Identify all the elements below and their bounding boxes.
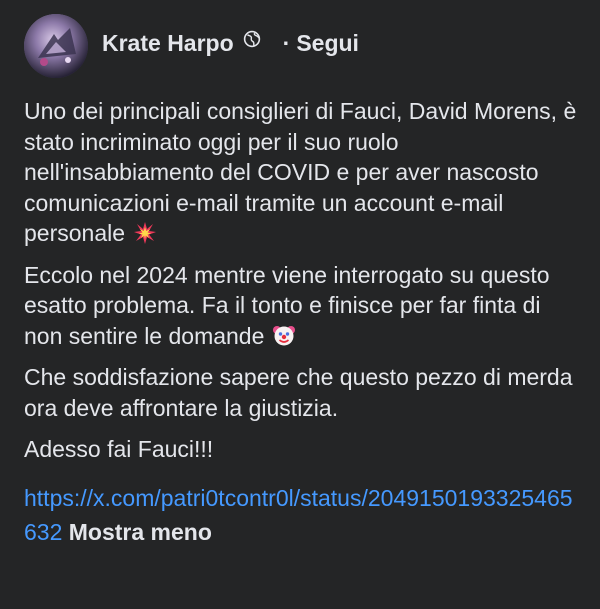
post-paragraph-4: Adesso fai Fauci!!! (24, 436, 214, 462)
follow-button[interactable]: Segui (296, 30, 359, 57)
facebook-post: Krate Harpo · Segui Uno dei principali c… (0, 0, 600, 609)
post-paragraph-1: Uno dei principali consiglieri di Fauci,… (24, 96, 584, 249)
paragraph-text: Uno dei principali consiglieri di Fauci,… (24, 98, 577, 246)
author-name[interactable]: Krate Harpo (102, 30, 234, 57)
author-line: Krate Harpo · Segui (102, 30, 359, 57)
post-text: Uno dei principali consiglieri di Fauci,… (24, 96, 584, 560)
post-paragraph-3: Che soddisfazione sapere che questo pezz… (24, 364, 573, 421)
globe-icon (243, 30, 261, 48)
clown-face-icon (272, 323, 296, 347)
post-link-line: https://x.com/patri0tcontr0l/status/2049… (24, 481, 584, 549)
post-header: Krate Harpo · Segui (24, 12, 359, 80)
post-paragraph-2: Eccolo nel 2024 mentre viene interrogato… (24, 260, 584, 352)
avatar[interactable] (24, 14, 88, 78)
see-less-button[interactable]: Mostra meno (69, 519, 212, 545)
separator-dot: · (282, 29, 291, 56)
collision-icon (133, 221, 157, 245)
